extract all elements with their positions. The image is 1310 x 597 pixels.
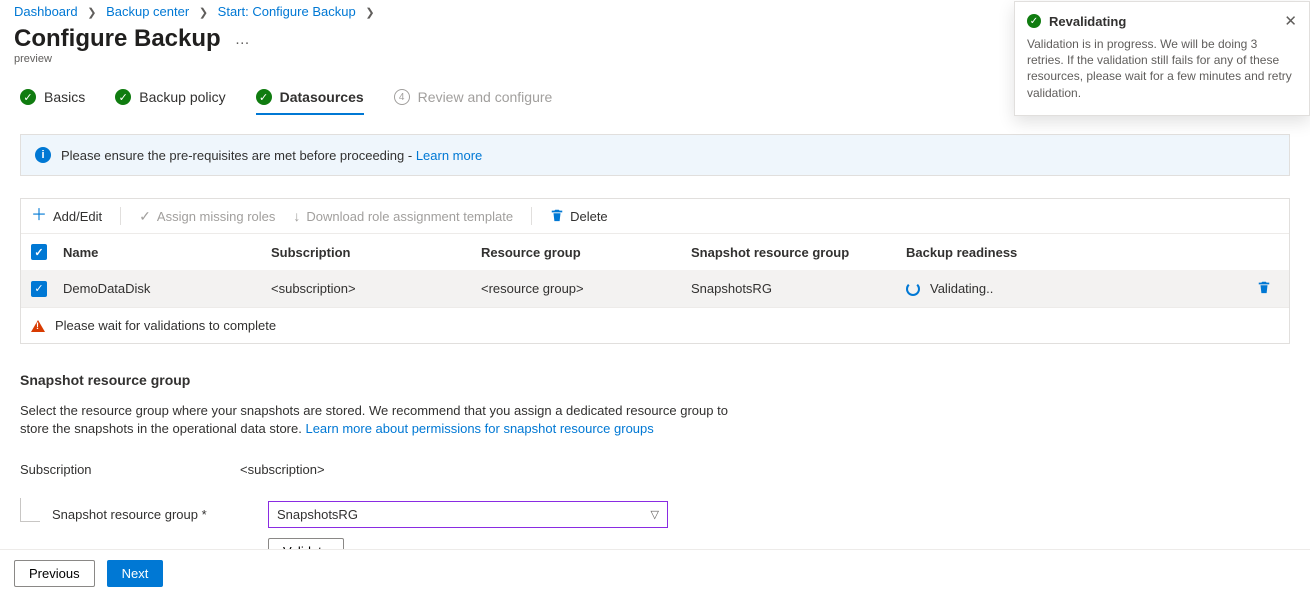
page-title: Configure Backup — [14, 25, 221, 53]
banner-text: Please ensure the pre-requisites are met… — [61, 148, 416, 163]
info-icon: i — [35, 147, 51, 163]
chevron-right-icon: ❯ — [199, 7, 208, 19]
cell-subscription: <subscription> — [271, 281, 481, 296]
subscription-value: <subscription> — [240, 462, 325, 477]
snapshot-learn-more-link[interactable]: Learn more about permissions for snapsho… — [305, 421, 653, 436]
notification-toast: ✓ Revalidating ✕ Validation is in progre… — [1014, 1, 1310, 116]
row-delete-button[interactable] — [1257, 280, 1271, 297]
button-label: Download role assignment template — [306, 209, 513, 224]
banner-learn-more-link[interactable]: Learn more — [416, 148, 482, 163]
button-label: Delete — [570, 209, 608, 224]
assign-roles-button: ✓ Assign missing roles — [139, 208, 275, 225]
subscription-label: Subscription — [20, 462, 240, 477]
more-actions-button[interactable]: … — [235, 32, 250, 47]
breadcrumb-link-dashboard[interactable]: Dashboard — [14, 4, 78, 19]
toast-body: Validation is in progress. We will be do… — [1027, 36, 1297, 101]
tab-label: Datasources — [280, 89, 364, 105]
snapshot-section-desc: Select the resource group where your sna… — [20, 402, 740, 438]
download-icon: ↓ — [293, 208, 300, 224]
check-icon: ✓ — [115, 89, 131, 105]
button-label: Assign missing roles — [157, 209, 276, 224]
col-header-snapshot-rg: Snapshot resource group — [691, 245, 906, 260]
col-header-name: Name — [63, 245, 271, 260]
separator — [531, 207, 532, 225]
tree-branch-icon — [20, 498, 40, 522]
delete-button[interactable]: Delete — [550, 208, 608, 225]
tab-backup-policy[interactable]: ✓ Backup policy — [115, 89, 225, 115]
close-icon[interactable]: ✕ — [1284, 12, 1297, 30]
chevron-right-icon: ❯ — [87, 7, 96, 19]
step-number-icon: 4 — [394, 89, 410, 105]
validation-warning-row: Please wait for validations to complete — [21, 307, 1289, 343]
add-edit-button[interactable]: ＋ Add/Edit — [31, 208, 102, 224]
breadcrumb-link-backup-center[interactable]: Backup center — [106, 4, 189, 19]
select-all-checkbox[interactable]: ✓ — [31, 244, 47, 260]
tab-label: Review and configure — [418, 89, 553, 105]
tab-label: Basics — [44, 89, 85, 105]
warning-text: Please wait for validations to complete — [55, 318, 276, 333]
tab-label: Backup policy — [139, 89, 225, 105]
chevron-right-icon: ❯ — [365, 7, 374, 19]
download-template-button: ↓ Download role assignment template — [293, 208, 513, 224]
previous-button[interactable]: Previous — [14, 560, 95, 587]
col-header-resource-group: Resource group — [481, 245, 691, 260]
toast-title: Revalidating — [1049, 14, 1126, 29]
grid-toolbar: ＋ Add/Edit ✓ Assign missing roles ↓ Down… — [21, 199, 1289, 234]
datasource-grid: ＋ Add/Edit ✓ Assign missing roles ↓ Down… — [20, 198, 1290, 344]
cell-name: DemoDataDisk — [63, 281, 271, 296]
snapshot-rg-label: Snapshot resource group * — [52, 507, 207, 522]
warning-icon — [31, 320, 45, 332]
col-header-readiness: Backup readiness — [906, 245, 1249, 260]
separator — [120, 207, 121, 225]
grid-header-row: ✓ Name Subscription Resource group Snaps… — [21, 234, 1289, 270]
plus-icon: ＋ — [31, 208, 47, 224]
row-checkbox[interactable]: ✓ — [31, 281, 47, 297]
info-banner: i Please ensure the pre-requisites are m… — [20, 134, 1290, 176]
cell-snapshot-rg: SnapshotsRG — [691, 281, 906, 296]
wizard-footer: Previous Next — [0, 549, 1310, 597]
check-icon: ✓ — [256, 89, 272, 105]
cell-readiness: Validating.. — [930, 281, 993, 296]
snapshot-rg-select[interactable]: SnapshotsRG ▽ — [268, 501, 668, 528]
select-value: SnapshotsRG — [277, 507, 358, 522]
check-icon: ✓ — [20, 89, 36, 105]
success-icon: ✓ — [1027, 14, 1041, 28]
tab-basics[interactable]: ✓ Basics — [20, 89, 85, 115]
chevron-down-icon: ▽ — [651, 508, 659, 521]
trash-icon — [550, 208, 564, 225]
spinner-icon — [906, 282, 920, 296]
cell-resource-group: <resource group> — [481, 281, 691, 296]
tab-review: 4 Review and configure — [394, 89, 553, 115]
snapshot-section-title: Snapshot resource group — [20, 372, 1290, 388]
button-label: Add/Edit — [53, 209, 102, 224]
table-row[interactable]: ✓ DemoDataDisk <subscription> <resource … — [21, 270, 1289, 307]
tab-datasources[interactable]: ✓ Datasources — [256, 89, 364, 115]
col-header-subscription: Subscription — [271, 245, 481, 260]
breadcrumb-link-start-configure[interactable]: Start: Configure Backup — [218, 4, 356, 19]
next-button[interactable]: Next — [107, 560, 164, 587]
check-icon: ✓ — [139, 208, 151, 225]
